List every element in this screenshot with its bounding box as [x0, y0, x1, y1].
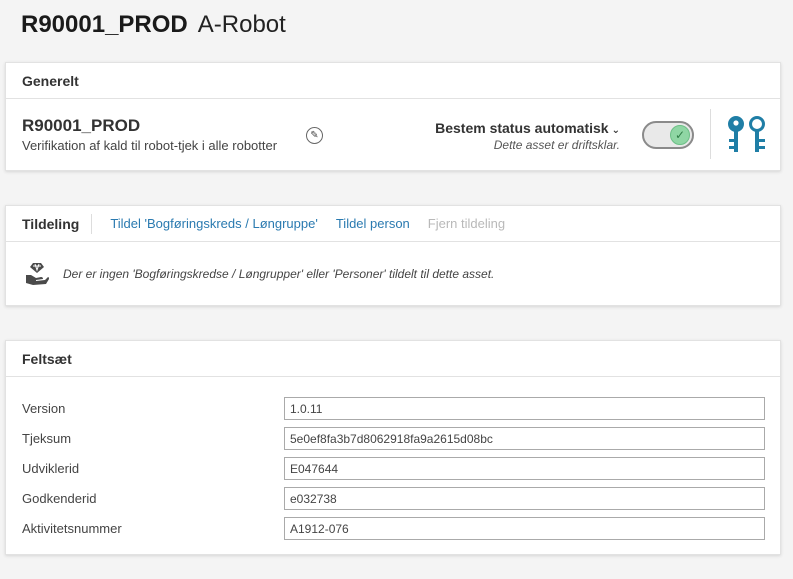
field-label: Godkenderid	[22, 491, 97, 506]
page-header: R90001_PROD A-Robot	[21, 11, 286, 39]
asset-name: R90001_PROD	[22, 116, 141, 135]
divider	[710, 109, 711, 159]
assign-person-link[interactable]: Tildel person	[336, 216, 410, 231]
status-description: Dette asset er driftsklar.	[493, 138, 620, 152]
page-title: R90001_PROD	[21, 11, 188, 38]
assignment-toolbar: Tildeling Tildel 'Bogføringskreds / Løng…	[6, 206, 780, 242]
general-heading: Generelt	[6, 63, 780, 99]
field-row-approver-id: Godkenderid	[6, 487, 780, 511]
fieldset-card: Feltsæt Version Tjeksum Udviklerid Godke…	[5, 340, 781, 555]
checksum-field[interactable]	[284, 427, 765, 450]
field-label: Aktivitetsnummer	[22, 521, 122, 536]
field-row-developer-id: Udviklerid	[6, 457, 780, 481]
field-row-version: Version	[6, 397, 780, 421]
assign-group-link[interactable]: Tildel 'Bogføringskreds / Løngruppe'	[110, 216, 318, 231]
asset-description: Verifikation af kald til robot-tjek i al…	[22, 138, 278, 153]
fieldset-heading: Feltsæt	[6, 341, 780, 377]
status-toggle[interactable]: ✓	[642, 121, 694, 149]
field-row-activity-number: Aktivitetsnummer	[6, 517, 780, 541]
empty-assignment-message: Der er ingen 'Bogføringskredse / Løngrup…	[63, 267, 495, 281]
field-label: Tjeksum	[22, 431, 72, 446]
general-card: Generelt R90001_PROD Verifikation af kal…	[5, 62, 781, 171]
field-label: Udviklerid	[22, 461, 80, 476]
hand-box-icon	[26, 263, 49, 285]
developer-id-field[interactable]	[284, 457, 765, 480]
version-field[interactable]	[284, 397, 765, 420]
approver-id-field[interactable]	[284, 487, 765, 510]
check-icon: ✓	[670, 125, 690, 145]
pencil-icon[interactable]: ✎	[306, 127, 323, 144]
status-dropdown[interactable]: Bestem status automatisk ⌄	[435, 120, 620, 136]
field-row-checksum: Tjeksum	[6, 427, 780, 451]
assignment-card: Tildeling Tildel 'Bogføringskreds / Løng…	[5, 205, 781, 306]
chevron-down-icon: ⌄	[611, 125, 620, 136]
keys-icon	[728, 116, 765, 152]
status-label: Bestem status automatisk	[435, 120, 609, 136]
remove-assignment-link: Fjern tildeling	[427, 216, 506, 231]
field-label: Version	[22, 401, 66, 416]
status-block: Bestem status automatisk ⌄ Dette asset er…	[435, 120, 620, 152]
asset-type-label: A-Robot	[197, 11, 286, 38]
activity-number-field[interactable]	[284, 517, 765, 540]
assignment-heading: Tildeling	[6, 213, 93, 234]
